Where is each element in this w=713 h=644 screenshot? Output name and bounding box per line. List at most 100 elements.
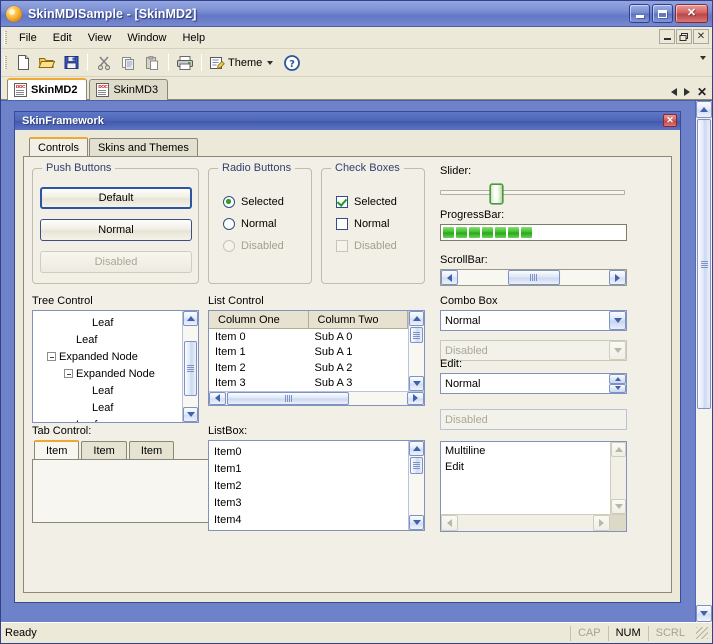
next-tab-icon[interactable] [683,88,690,96]
tab-control-item-1[interactable]: Item [34,440,80,459]
checkbox-normal[interactable]: Normal [336,218,397,230]
mdi-tab-skinmd2[interactable]: DOC SkinMD2 [7,78,88,100]
tree-node[interactable]: Leaf [33,416,182,423]
checkbox-selected[interactable]: Selected [336,196,397,208]
tree-node-expanded[interactable]: Expanded Node [33,365,182,382]
list-control[interactable]: Column One Column Two Item 0 Sub A 0 Ite… [208,310,425,406]
list-scroll-down-button[interactable] [409,375,424,391]
list-scroll-right-button[interactable] [407,391,424,405]
listbox-scroll-up-button[interactable] [409,441,424,456]
spinner-buttons[interactable] [609,374,626,393]
mdi-scrollbar-thumb[interactable] [697,119,711,409]
scroll-left-button[interactable] [441,270,458,285]
mdi-tab-skinmd3[interactable]: DOC SkinMD3 [89,79,169,100]
table-row[interactable]: Item 2 Sub A 2 [209,360,408,375]
table-row[interactable]: Item 3 Sub A 3 [209,376,408,391]
listbox-scrollbar-thumb[interactable] [410,457,423,474]
list-item[interactable]: Item3 [209,494,408,511]
edit-normal-field[interactable]: Normal [440,373,627,394]
horizontal-scrollbar[interactable] [440,269,627,286]
listbox-scroll-down-button[interactable] [409,515,424,530]
multiline-edit-text-area[interactable]: Multiline Edit [441,442,610,514]
theme-dropdown-button[interactable]: Theme [206,51,276,74]
mdi-scroll-down-button[interactable] [696,605,712,622]
scrollbar-track[interactable] [350,391,407,405]
multiline-edit[interactable]: Multiline Edit [440,441,627,532]
collapse-minus-icon[interactable] [47,352,56,361]
spinner-down-button[interactable] [609,383,626,393]
mdi-minimize-button[interactable] [659,29,675,44]
open-folder-button[interactable] [35,51,59,74]
radio-normal[interactable]: Normal [223,218,284,230]
list-horizontal-scrollbar[interactable] [209,390,424,405]
scrollbar-thumb[interactable] [507,270,560,285]
tree-node[interactable]: Leaf [33,314,182,331]
default-button[interactable]: Default [40,187,192,209]
listbox-vertical-scrollbar[interactable] [408,441,424,530]
list-vertical-scrollbar[interactable] [408,311,424,391]
tree-node[interactable]: Leaf [33,331,182,348]
paste-button[interactable] [140,51,164,74]
tree-node-expanded[interactable]: Expanded Node [33,348,182,365]
combo-dropdown-button[interactable] [609,311,626,330]
resize-grip[interactable] [696,627,708,639]
close-button[interactable]: ✕ [675,4,708,23]
column-header-two[interactable]: Column Two [309,311,408,329]
scrollbar-track[interactable] [183,397,198,407]
table-row[interactable]: Item 1 Sub A 1 [209,345,408,360]
tree-vertical-scrollbar[interactable] [182,311,198,422]
copy-button[interactable] [116,51,140,74]
list-item[interactable]: Item5 [209,528,408,530]
collapse-minus-icon[interactable] [64,369,73,378]
menu-item-file[interactable]: File [11,29,45,47]
column-header-one[interactable]: Column One [209,311,309,329]
tab-controls[interactable]: Controls [29,137,88,156]
scrollbar-track[interactable] [183,326,198,340]
menu-item-view[interactable]: View [80,29,120,47]
spinner-up-button[interactable] [609,374,626,384]
scrollbar-track[interactable] [409,475,424,515]
tab-skins-and-themes[interactable]: Skins and Themes [88,138,198,156]
mdi-close-button[interactable]: ✕ [693,29,709,44]
list-item[interactable]: Item0 [209,443,408,460]
slider-track[interactable] [440,184,625,204]
tree-scroll-up-button[interactable] [183,311,198,326]
list-item[interactable]: Item1 [209,460,408,477]
mdi-client-vertical-scrollbar[interactable] [695,101,712,622]
normal-button[interactable]: Normal [40,219,192,241]
slider-thumb[interactable] [490,184,503,204]
list-scroll-up-button[interactable] [409,311,424,326]
tree-node[interactable]: Leaf [33,399,182,416]
tab-control-item-2[interactable]: Item [81,441,127,459]
radio-selected[interactable]: Selected [223,196,284,208]
mdi-restore-button[interactable] [676,29,692,44]
list-scrollbar-thumb[interactable] [410,327,423,343]
toolbar-overflow-button[interactable] [700,56,706,72]
menu-item-edit[interactable]: Edit [45,29,80,47]
listbox-items[interactable]: Item0 Item1 Item2 Item3 Item4 [209,441,408,530]
list-item[interactable]: Item4 [209,511,408,528]
menu-item-help[interactable]: Help [174,29,213,47]
menu-item-window[interactable]: Window [119,29,174,47]
help-button[interactable]: ? [280,51,304,74]
tree-scrollbar-thumb[interactable] [184,341,197,396]
menu-drag-grip[interactable] [4,30,7,45]
scrollbar-track[interactable] [696,410,712,605]
cut-button[interactable] [92,51,116,74]
mdi-scroll-up-button[interactable] [696,101,712,118]
scroll-right-button[interactable] [609,270,626,285]
combo-box-normal[interactable]: Normal [440,310,627,331]
scrollbar-track[interactable] [458,270,507,285]
maximize-button[interactable] [652,4,673,23]
tree-node[interactable]: Leaf [33,382,182,399]
prev-tab-icon[interactable] [670,88,677,96]
minimize-button[interactable] [629,4,650,23]
list-hscrollbar-thumb[interactable] [227,391,349,405]
new-document-button[interactable] [11,51,35,74]
close-tab-icon[interactable]: ✕ [697,86,707,98]
table-row[interactable]: Item 0 Sub A 0 [209,329,408,344]
tree-control[interactable]: Leaf Leaf Expanded Node Expanded Node Le… [32,310,199,423]
print-button[interactable] [173,51,197,74]
tab-control-item-3[interactable]: Item [128,441,175,459]
toolbar-drag-grip[interactable] [4,55,7,70]
